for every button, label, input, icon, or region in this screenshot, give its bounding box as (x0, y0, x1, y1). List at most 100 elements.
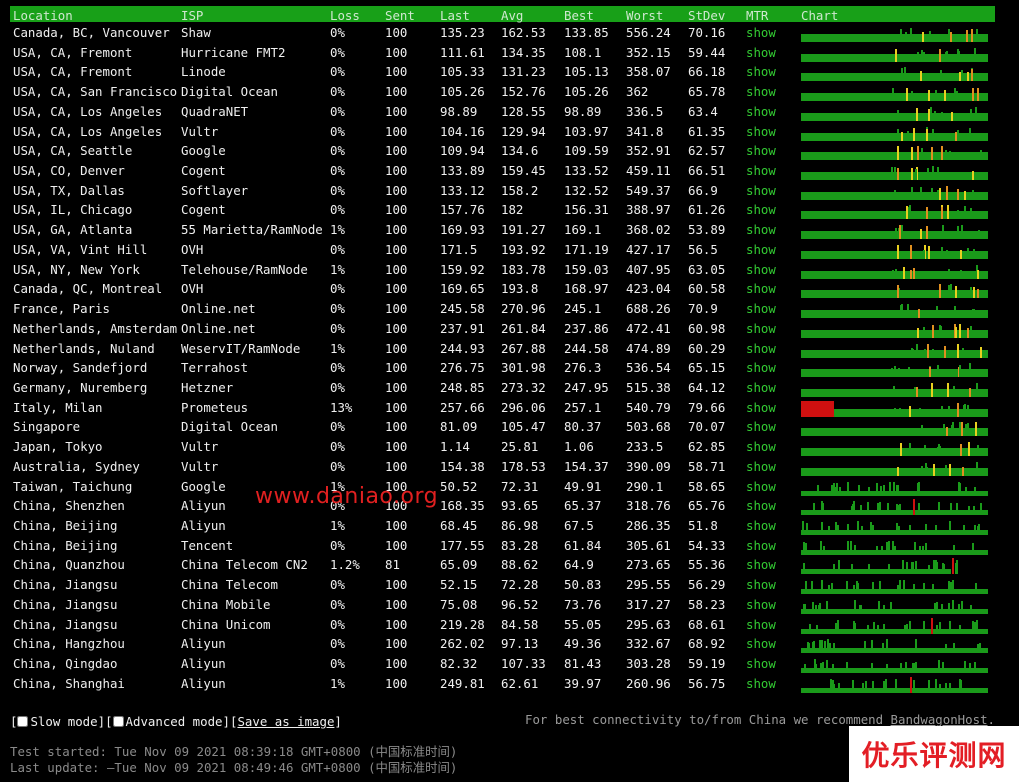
mtr-show-link[interactable]: show (746, 262, 776, 277)
table-row: Singapore Digital Ocean 0% 100 81.09 105.47 80… (10, 418, 995, 438)
mtr-show-link[interactable]: show (746, 360, 776, 375)
header-worst: Worst (626, 8, 664, 23)
cell-isp: Telehouse/RamNode (181, 261, 308, 277)
table-row: USA, CA, Fremont Linode 0% 100 105.33 131.23 1… (10, 63, 995, 83)
cell-last: 237.91 (440, 320, 485, 336)
chart-spike (960, 679, 962, 693)
chart-spike (953, 643, 955, 654)
mtr-show-link[interactable]: show (746, 656, 776, 671)
cell-location: Australia, Sydney (13, 458, 140, 474)
mtr-show-link[interactable]: show (746, 124, 776, 139)
mtr-show-link[interactable]: show (746, 538, 776, 553)
cell-avg: 105.47 (501, 419, 546, 435)
table-header: Location ISP Loss Sent Last Avg Best Worst StDev… (10, 6, 995, 23)
mtr-show-link[interactable]: show (746, 281, 776, 296)
cell-last: 177.55 (440, 537, 485, 553)
chart-spike (974, 486, 976, 496)
table-row: China, Beijing Aliyun 1% 100 68.45 86.98 67.5 2… (10, 517, 995, 537)
cell-stdev: 66.9 (688, 182, 718, 198)
chart-spike (909, 620, 911, 634)
chart-spike (862, 682, 864, 693)
cell-isp: Vultr (181, 123, 219, 139)
advanced-mode-checkbox[interactable] (112, 716, 124, 727)
chart-spike (976, 461, 978, 476)
cell-last: 111.61 (440, 44, 485, 60)
chart-spike (946, 50, 948, 62)
chart-spike (976, 29, 978, 42)
chart-spike (894, 407, 896, 417)
slow-mode-checkbox[interactable] (17, 716, 29, 727)
chart-spike (852, 679, 854, 693)
cell-location: France, Paris (13, 301, 110, 317)
chart-spike (821, 640, 823, 654)
chart-spike (962, 466, 964, 476)
mtr-show-link[interactable]: show (746, 380, 776, 395)
cell-sent: 100 (385, 360, 408, 376)
chart-spike (821, 501, 823, 516)
mtr-show-link[interactable]: show (746, 143, 776, 158)
cell-stdev: 66.18 (688, 64, 726, 80)
cell-isp: Digital Ocean (181, 84, 278, 100)
mtr-show-link[interactable]: show (746, 459, 776, 474)
chart-spike (897, 128, 899, 141)
recommend-text: For best connectivity to/from China we r… (525, 712, 995, 727)
cell-avg: 261.84 (501, 320, 546, 336)
cell-avg: 193.8 (501, 281, 539, 297)
cell-worst: 540.79 (626, 399, 671, 415)
latency-chart (801, 382, 988, 397)
mtr-show-link[interactable]: show (746, 617, 776, 632)
mtr-show-link[interactable]: show (746, 636, 776, 651)
header-avg: Avg (501, 8, 524, 23)
chart-spike (903, 266, 905, 279)
mtr-show-link[interactable]: show (746, 183, 776, 198)
mtr-show-link[interactable]: show (746, 25, 776, 40)
chart-spike (938, 660, 940, 674)
chart-spike (909, 443, 911, 457)
cell-isp: Aliyun (181, 498, 226, 514)
mtr-show-link[interactable]: show (746, 419, 776, 434)
chart-spike (914, 541, 916, 555)
chart-spike (878, 602, 880, 614)
mtr-show-link[interactable]: show (746, 84, 776, 99)
mtr-show-link[interactable]: show (746, 222, 776, 237)
mtr-show-link[interactable]: show (746, 400, 776, 415)
mtr-show-link[interactable]: show (746, 163, 776, 178)
mtr-show-link[interactable]: show (746, 439, 776, 454)
mtr-show-link[interactable]: show (746, 321, 776, 336)
cell-avg: 88.62 (501, 557, 539, 573)
chart-spike (928, 90, 930, 102)
chart-spike (966, 30, 968, 42)
mtr-show-link[interactable]: show (746, 301, 776, 316)
bandwagonhost-link[interactable]: BandwagonHost (891, 712, 988, 727)
mtr-show-link[interactable]: show (746, 577, 776, 592)
chart-spike (957, 48, 959, 62)
mtr-show-link[interactable]: show (746, 676, 776, 691)
slow-mode-toggle[interactable]: Slow mode (17, 714, 98, 729)
cell-best: 132.52 (564, 182, 609, 198)
chart-spike (901, 68, 903, 82)
cell-stdev: 70.9 (688, 301, 718, 317)
mtr-show-link[interactable]: show (746, 479, 776, 494)
chart-spike (941, 111, 943, 121)
header-chart: Chart (801, 8, 839, 23)
mtr-show-link[interactable]: show (746, 64, 776, 79)
save-image-link[interactable]: Save as image (237, 714, 334, 729)
mtr-show-link[interactable]: show (746, 45, 776, 60)
latency-chart (801, 205, 988, 220)
mtr-show-link[interactable]: show (746, 104, 776, 119)
mtr-show-link[interactable]: show (746, 202, 776, 217)
cell-isp: Aliyun (181, 656, 226, 672)
cell-location: Germany, Nuremberg (13, 379, 148, 395)
mtr-show-link[interactable]: show (746, 341, 776, 356)
chart-spike (955, 326, 957, 338)
mtr-show-link[interactable]: show (746, 242, 776, 257)
latency-chart (801, 363, 988, 378)
advanced-mode-toggle[interactable]: Advanced mode (112, 714, 223, 729)
cell-stdev: 53.89 (688, 222, 726, 238)
mtr-show-link[interactable]: show (746, 597, 776, 612)
chart-spike (885, 678, 887, 693)
mtr-show-link[interactable]: show (746, 557, 776, 572)
mtr-show-link[interactable]: show (746, 518, 776, 533)
mtr-show-link[interactable]: show (746, 498, 776, 513)
chart-spike (979, 643, 981, 654)
